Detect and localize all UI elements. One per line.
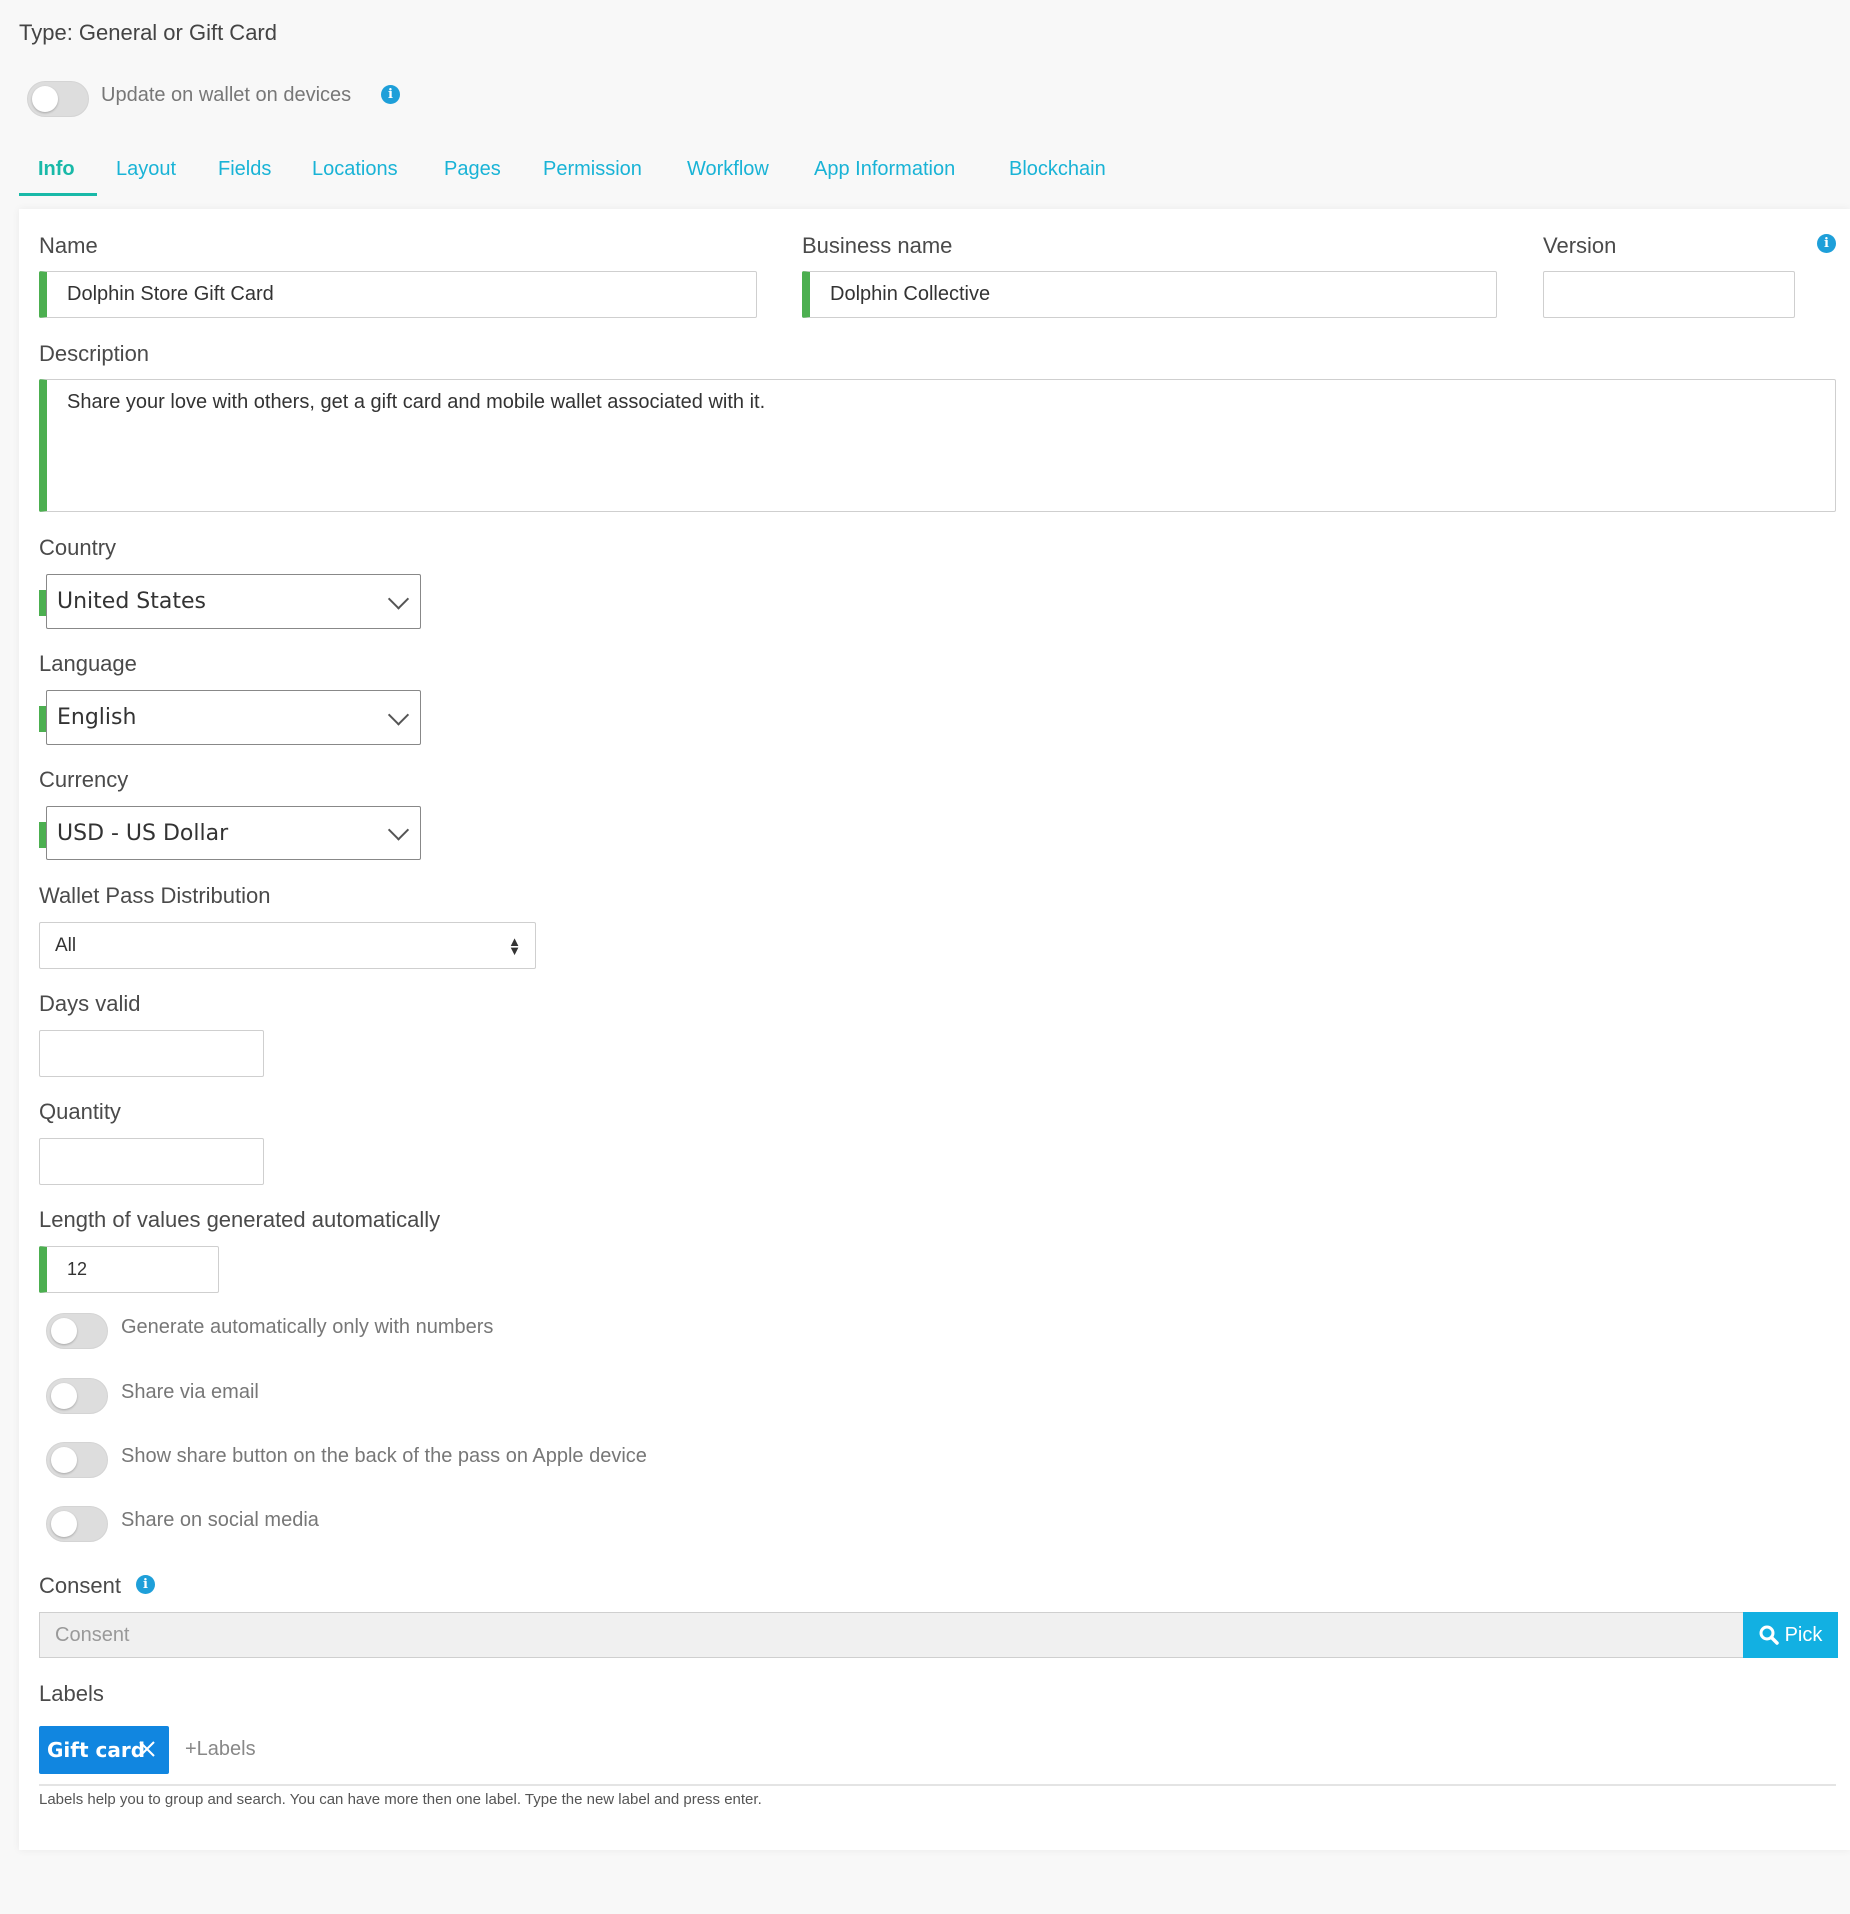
description-label: Description <box>39 341 150 366</box>
social-share-label: Share on social media <box>121 1509 319 1531</box>
consent-label: Consent <box>39 1573 121 1598</box>
country-value: United States <box>57 589 206 614</box>
tab-fields[interactable]: Fields <box>218 150 271 196</box>
days-valid-input[interactable] <box>39 1030 264 1077</box>
consent-info-icon[interactable]: i <box>136 1575 155 1594</box>
version-input[interactable] <box>1543 271 1795 318</box>
toggle-knob <box>32 86 58 112</box>
currency-select[interactable]: USD - US Dollar <box>46 806 421 860</box>
numbers-only-toggle[interactable] <box>46 1313 108 1349</box>
chevron-down-icon <box>387 587 410 610</box>
update-wallet-label: Update on wallet on devices <box>101 84 352 106</box>
tab-locations[interactable]: Locations <box>312 150 398 196</box>
quantity-input[interactable] <box>39 1138 264 1185</box>
tab-info[interactable]: Info <box>19 150 97 196</box>
apple-share-toggle[interactable] <box>46 1442 108 1478</box>
country-select[interactable]: United States <box>46 574 421 629</box>
sort-updown-icon: ▲ ▼ <box>508 933 521 958</box>
tab-layout[interactable]: Layout <box>116 150 176 196</box>
toggle-knob <box>51 1318 77 1344</box>
toggle-knob <box>51 1511 77 1537</box>
labels-help-text: Labels help you to group and search. You… <box>39 1791 762 1808</box>
tab-permission[interactable]: Permission <box>543 150 642 196</box>
page-type-title: Type: General or Gift Card <box>19 20 277 45</box>
tab-blockchain[interactable]: Blockchain <box>1009 150 1106 196</box>
label-tag-text: Gift card <box>47 1738 146 1762</box>
tab-pages[interactable]: Pages <box>444 150 501 196</box>
name-input[interactable] <box>39 271 757 318</box>
close-icon[interactable] <box>137 1739 157 1759</box>
language-select[interactable]: English <box>46 690 421 745</box>
business-name-input[interactable] <box>802 271 1497 318</box>
info-icon[interactable]: i <box>381 85 400 104</box>
wallet-distribution-select[interactable]: All ▲ ▼ <box>39 922 536 969</box>
tab-app-information[interactable]: App Information <box>814 150 955 196</box>
version-info-icon[interactable]: i <box>1817 234 1836 253</box>
search-icon <box>1759 1625 1779 1645</box>
labels-label: Labels <box>39 1681 104 1706</box>
chevron-down-icon <box>387 819 410 841</box>
days-valid-label: Days valid <box>39 991 141 1016</box>
name-label: Name <box>39 233 98 258</box>
language-label: Language <box>39 651 137 676</box>
labels-add-input[interactable]: +Labels <box>185 1738 256 1761</box>
toggle-knob <box>51 1447 77 1473</box>
apple-share-label: Show share button on the back of the pas… <box>121 1445 647 1467</box>
auto-length-label: Length of values generated automatically <box>39 1207 441 1232</box>
share-email-toggle[interactable] <box>46 1378 108 1414</box>
auto-length-input[interactable] <box>39 1246 219 1293</box>
share-email-label: Share via email <box>121 1381 259 1403</box>
language-value: English <box>57 705 137 730</box>
pick-button[interactable]: Pick <box>1743 1612 1838 1658</box>
labels-divider <box>39 1784 1836 1786</box>
business-name-label: Business name <box>802 233 953 258</box>
version-label: Version <box>1543 233 1617 258</box>
currency-value: USD - US Dollar <box>57 820 229 846</box>
update-wallet-toggle[interactable] <box>27 81 89 117</box>
wallet-distribution-label: Wallet Pass Distribution <box>39 883 271 908</box>
chevron-down-icon <box>387 703 410 726</box>
wallet-distribution-value: All <box>55 934 77 956</box>
numbers-only-label: Generate automatically only with numbers <box>121 1316 494 1338</box>
description-textarea[interactable]: Share your love with others, get a gift … <box>39 379 1836 512</box>
label-tag: Gift card <box>39 1726 169 1774</box>
consent-placeholder: Consent <box>55 1623 130 1646</box>
country-label: Country <box>39 535 117 560</box>
toggle-knob <box>51 1383 77 1409</box>
tab-workflow[interactable]: Workflow <box>687 150 769 196</box>
currency-label: Currency <box>39 767 129 792</box>
pick-label: Pick <box>1784 1623 1823 1646</box>
social-share-toggle[interactable] <box>46 1506 108 1542</box>
consent-input[interactable]: Consent <box>39 1612 1744 1658</box>
quantity-label: Quantity <box>39 1099 121 1124</box>
